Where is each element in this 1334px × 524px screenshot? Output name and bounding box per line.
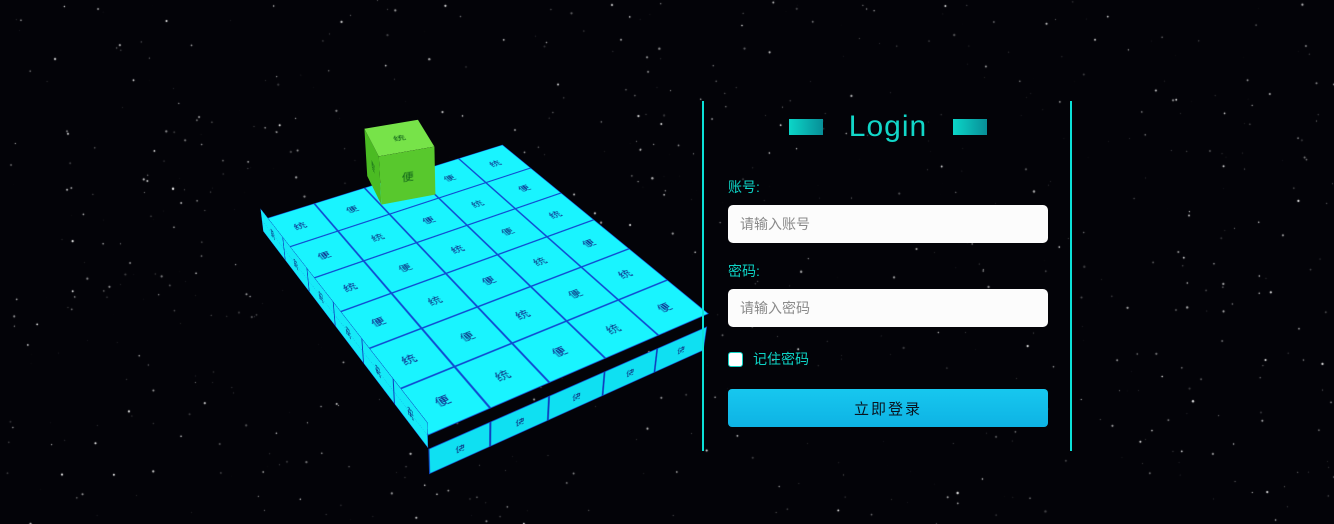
username-label: 账号:: [728, 177, 1048, 197]
header-accent-left: [789, 119, 823, 135]
prism-top-grid: 统便统便统便统便统便统便统便统便统便统便统便统便统便统便统便: [262, 145, 709, 436]
login-header: Login: [704, 101, 1072, 153]
username-input[interactable]: [728, 205, 1048, 243]
remember-row[interactable]: 记住密码: [728, 349, 1048, 369]
remember-checkbox[interactable]: [728, 352, 743, 367]
decor-3d-scene: 统便统便统便统便统便统便统便统便统便统便统便统便统便统便统便 便便便便便 统统统…: [322, 96, 622, 456]
login-title: Login: [849, 110, 927, 144]
password-input[interactable]: [728, 289, 1048, 327]
password-label: 密码:: [728, 261, 1048, 281]
floating-cube: 统 便 便: [366, 144, 435, 181]
header-accent-right: [953, 119, 987, 135]
login-submit-button[interactable]: 立即登录: [728, 389, 1048, 427]
cube-front-face: 便: [379, 147, 436, 205]
grid-prism: 统便统便统便统便统便统便统便统便统便统便统便统便统便统便统便 便便便便便 统统统…: [263, 156, 707, 449]
remember-label: 记住密码: [753, 349, 809, 369]
login-panel: Login 账号: 密码: 记住密码 立即登录: [702, 101, 1072, 451]
